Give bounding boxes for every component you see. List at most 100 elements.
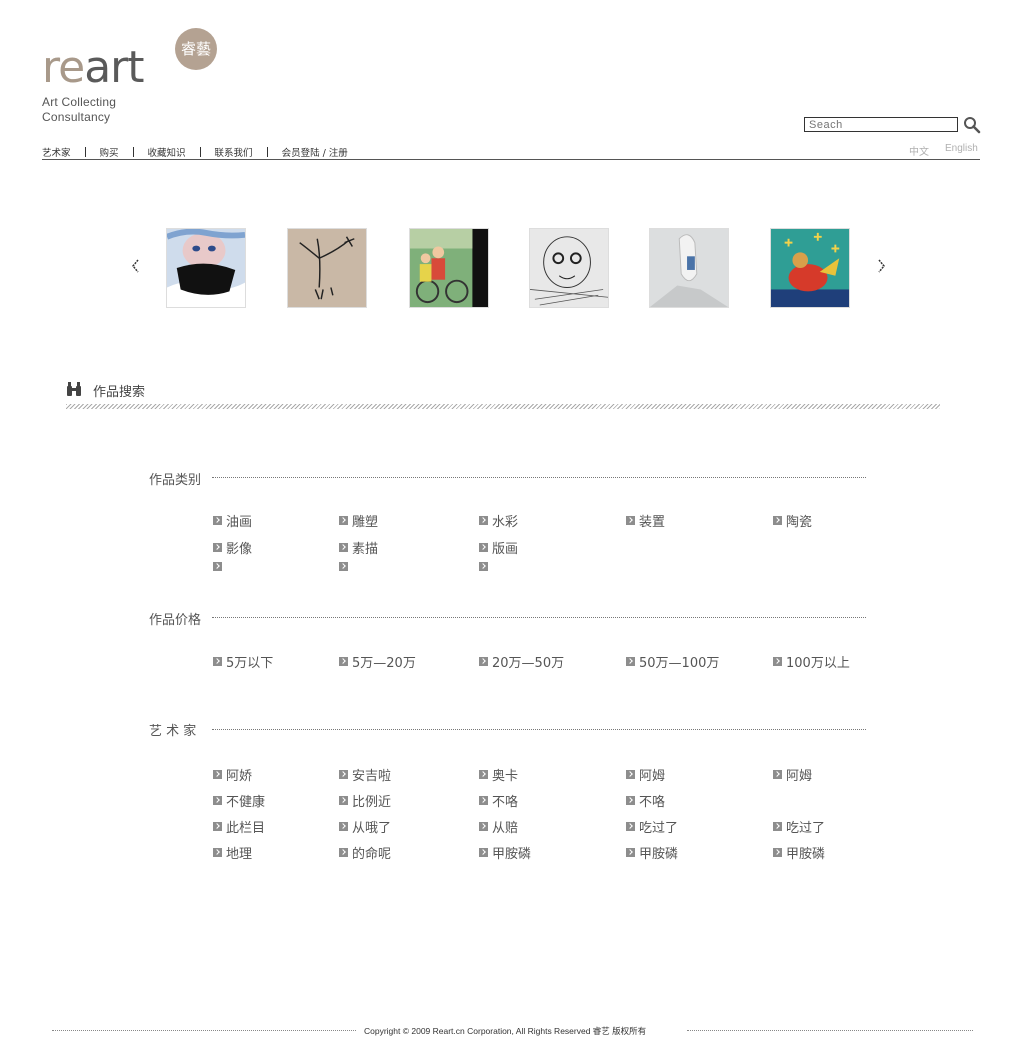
artist-option[interactable]: 阿娇 [213,765,252,784]
artwork-thumb-bicycle-riders[interactable] [409,228,489,308]
arrow-box-icon [339,543,348,552]
arrow-box-icon [339,562,348,571]
nav-item-contact[interactable]: 联系我们 [215,145,253,159]
artwork-thumb-girl-face[interactable] [166,228,246,308]
nav-item-buy[interactable]: 购买 [100,145,119,159]
nav-divider [266,147,268,157]
arrow-box-icon [773,848,782,857]
dotted-divider [212,729,866,730]
filter-option[interactable]: 100万以上 [773,652,850,671]
filter-option-empty[interactable] [479,562,492,571]
arrow-box-icon [626,657,635,666]
logo[interactable]: reart 睿藝 Art Collecting Consultancy [42,28,232,128]
artist-option[interactable]: 阿姆 [773,765,812,784]
group-title-category: 作品类别 [149,469,208,488]
artist-option[interactable]: 从哦了 [339,817,391,836]
footer-divider-left [52,1030,356,1031]
arrow-box-icon [479,543,488,552]
artwork-thumb-pale-figure[interactable] [649,228,729,308]
arrow-box-icon [626,770,635,779]
artist-option[interactable]: 比例近 [339,791,391,810]
arrow-box-icon [773,770,782,779]
nav-divider [84,147,86,157]
group-title-price: 作品价格 [149,609,208,628]
filter-option[interactable]: 油画 [213,511,252,530]
chevron-left-icon[interactable] [131,258,141,273]
artist-option[interactable]: 不咯 [479,791,518,810]
artist-option[interactable]: 吃过了 [626,817,678,836]
artist-option[interactable]: 从赔 [479,817,518,836]
section-title: 作品搜索 [93,385,146,400]
filter-option[interactable]: 陶瓷 [773,511,812,530]
artwork-thumb-child-etching[interactable] [529,228,609,308]
artist-option[interactable]: 甲胺磷 [479,843,531,862]
arrow-box-icon [213,543,222,552]
artist-option[interactable]: 不咯 [626,791,665,810]
filter-option[interactable]: 装置 [626,511,665,530]
arrow-box-icon [213,796,222,805]
footer-divider-right [687,1030,973,1031]
arrow-box-icon [773,822,782,831]
arrow-box-icon [479,562,488,571]
artwork-thumb-red-figure-planes[interactable] [770,228,850,308]
logo-seal: 睿藝 [175,28,217,70]
lang-chinese-link[interactable]: 中文 [909,143,929,158]
arrow-box-icon [339,516,348,525]
header-divider [42,159,980,160]
main-nav: 艺术家 购买 收藏知识 联系我们 会员登陆 / 注册 [42,145,348,159]
filter-option[interactable]: 版画 [479,538,518,557]
filter-option[interactable]: 素描 [339,538,378,557]
lang-english-link[interactable]: English [945,143,978,154]
filter-option[interactable]: 影像 [213,538,252,557]
arrow-box-icon [479,770,488,779]
arrow-box-icon [339,770,348,779]
arrow-box-icon [479,657,488,666]
filter-option-empty[interactable] [213,562,226,571]
artwork-thumb-sketch-figure[interactable] [287,228,367,308]
artist-option[interactable]: 奥卡 [479,765,518,784]
search-input[interactable] [804,117,958,132]
binoculars-icon [66,381,82,397]
arrow-box-icon [479,796,488,805]
arrow-box-icon [626,796,635,805]
artist-option[interactable]: 此栏目 [213,817,265,836]
nav-item-login-register[interactable]: 会员登陆 / 注册 [282,145,348,159]
footer-copyright: Copyright © 2009 Reart.cn Corporation, A… [364,1026,647,1036]
dotted-divider [212,477,866,478]
arrow-box-icon [773,657,782,666]
artist-option[interactable]: 吃过了 [773,817,825,836]
arrow-box-icon [213,770,222,779]
arrow-box-icon [626,516,635,525]
artwork-search-heading: 作品搜索 [66,380,940,410]
arrow-box-icon [339,822,348,831]
filter-option[interactable]: 5万以下 [213,652,273,671]
nav-item-artists[interactable]: 艺术家 [42,145,71,159]
artist-option[interactable]: 阿姆 [626,765,665,784]
arrow-box-icon [213,848,222,857]
dotted-divider [212,617,866,618]
filter-option[interactable]: 20万—50万 [479,652,564,671]
filter-option[interactable]: 雕塑 [339,511,378,530]
search-icon[interactable] [963,116,981,134]
artist-option[interactable]: 的命呢 [339,843,391,862]
arrow-box-icon [626,848,635,857]
hatched-divider [66,404,940,409]
arrow-box-icon [479,848,488,857]
filter-option[interactable]: 5万—20万 [339,652,416,671]
artist-option[interactable]: 甲胺磷 [626,843,678,862]
nav-item-collecting-knowledge[interactable]: 收藏知识 [148,145,186,159]
arrow-box-icon [213,562,222,571]
artist-option[interactable]: 不健康 [213,791,265,810]
arrow-box-icon [213,657,222,666]
filter-option-empty[interactable] [339,562,352,571]
arrow-box-icon [213,822,222,831]
logo-wordmark: reart [42,42,145,93]
filter-option[interactable]: 水彩 [479,511,518,530]
arrow-box-icon [479,822,488,831]
artist-option[interactable]: 甲胺磷 [773,843,825,862]
artist-option[interactable]: 地理 [213,843,252,862]
filter-option[interactable]: 50万—100万 [626,652,719,671]
group-title-artists: 艺 术 家 [149,720,203,739]
chevron-right-icon[interactable] [876,258,886,273]
artist-option[interactable]: 安吉啦 [339,765,391,784]
